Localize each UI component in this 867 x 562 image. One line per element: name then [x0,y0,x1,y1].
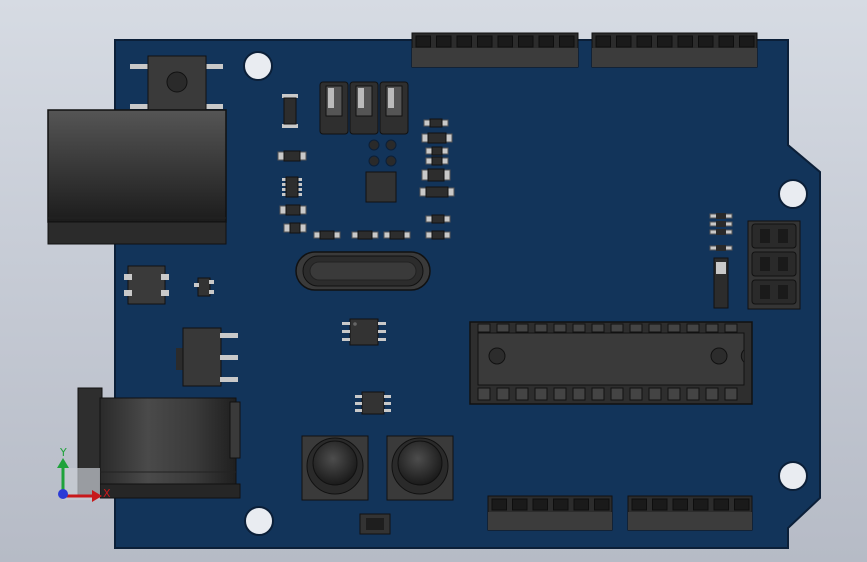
qfn-chip [365,171,397,203]
cad-viewport[interactable]: Y X [0,0,867,562]
dip-pin [534,387,548,401]
soic-6-chip [355,391,391,415]
voltage-regulator-small [124,265,169,305]
smd-passive [425,214,451,224]
dip-pin [705,323,719,333]
dip-pin [610,323,624,333]
header-socket[interactable] [739,35,755,48]
dip-pin [515,387,529,401]
smd-passive [277,150,307,162]
smd-passive [425,146,449,156]
header-socket[interactable] [477,35,493,48]
dip-pin [553,323,567,333]
dip-pin [667,387,681,401]
header-socket[interactable] [636,35,652,48]
header-socket[interactable] [512,498,528,511]
sot223-regulator [176,327,238,387]
header-bottom-right[interactable] [627,495,753,531]
header-socket[interactable] [595,35,611,48]
dip-pin [610,387,624,401]
header-socket[interactable] [718,35,734,48]
dip-pin [553,387,567,401]
icsp-2x3-header[interactable] [747,220,801,310]
usb-b-connector[interactable] [47,109,227,245]
header-socket[interactable] [518,35,534,48]
smd-passive [421,168,451,182]
header-socket[interactable] [559,35,575,48]
dip-pin [477,323,491,333]
header-bottom-left[interactable] [487,495,613,531]
dip-pin [515,323,529,333]
smd-passive [283,222,307,234]
axis-y-label: Y [59,446,67,459]
header-socket[interactable] [415,35,431,48]
header-socket[interactable] [631,498,647,511]
header-socket[interactable] [693,498,709,511]
push-button-right[interactable] [386,435,454,501]
smd-passive [425,156,449,166]
dip-pin [572,387,586,401]
header-socket[interactable] [436,35,452,48]
header-socket[interactable] [734,498,750,511]
header-socket[interactable] [657,35,673,48]
smd-passive [279,204,307,216]
push-button-left[interactable] [301,435,369,501]
dip-pin [629,323,643,333]
dip-pin [667,323,681,333]
header-socket[interactable] [538,35,554,48]
dc-barrel-jack[interactable] [77,387,241,499]
dip-pin [534,323,548,333]
dip-pin [496,323,510,333]
dip-pin [705,387,719,401]
header-socket[interactable] [677,35,693,48]
dip-pin [648,387,662,401]
smd-passive [419,186,455,198]
smd-passive [423,118,449,128]
smd-passive [313,230,341,240]
dip-pin [477,387,491,401]
header-socket[interactable] [652,498,668,511]
smd-passive [383,230,411,240]
smd-led-tall [713,257,729,309]
header-socket[interactable] [594,498,610,511]
header-top-left[interactable] [411,32,579,68]
dip-pin [686,323,700,333]
header-socket[interactable] [713,498,729,511]
header-top-right[interactable] [591,32,758,68]
dip-28-microcontroller[interactable] [469,321,753,405]
header-socket[interactable] [616,35,632,48]
dip-pin [591,323,605,333]
jumper-block-row [319,81,409,135]
dip-pin [724,323,738,333]
dip-pin [724,387,738,401]
header-socket[interactable] [497,35,513,48]
dip-pin [591,387,605,401]
header-socket[interactable] [553,498,569,511]
smd-passive [421,132,453,144]
header-socket[interactable] [456,35,472,48]
dip-pin [496,387,510,401]
mounting-hole [778,461,808,491]
dip-pin [572,323,586,333]
smd-led [359,513,391,535]
header-socket[interactable] [491,498,507,511]
mounting-hole [243,51,273,81]
smd-passive [282,94,298,128]
mounting-hole [778,179,808,209]
dip-pin [686,387,700,401]
smd-passive [351,230,379,240]
smd-passive [425,230,451,240]
crystal-oscillator [295,251,431,291]
header-socket[interactable] [573,498,589,511]
header-socket[interactable] [698,35,714,48]
dip-pin [648,323,662,333]
mounting-hole [244,506,274,536]
axis-x-label: X [103,487,111,500]
dip-pin [629,387,643,401]
header-socket[interactable] [532,498,548,511]
header-socket[interactable] [672,498,688,511]
